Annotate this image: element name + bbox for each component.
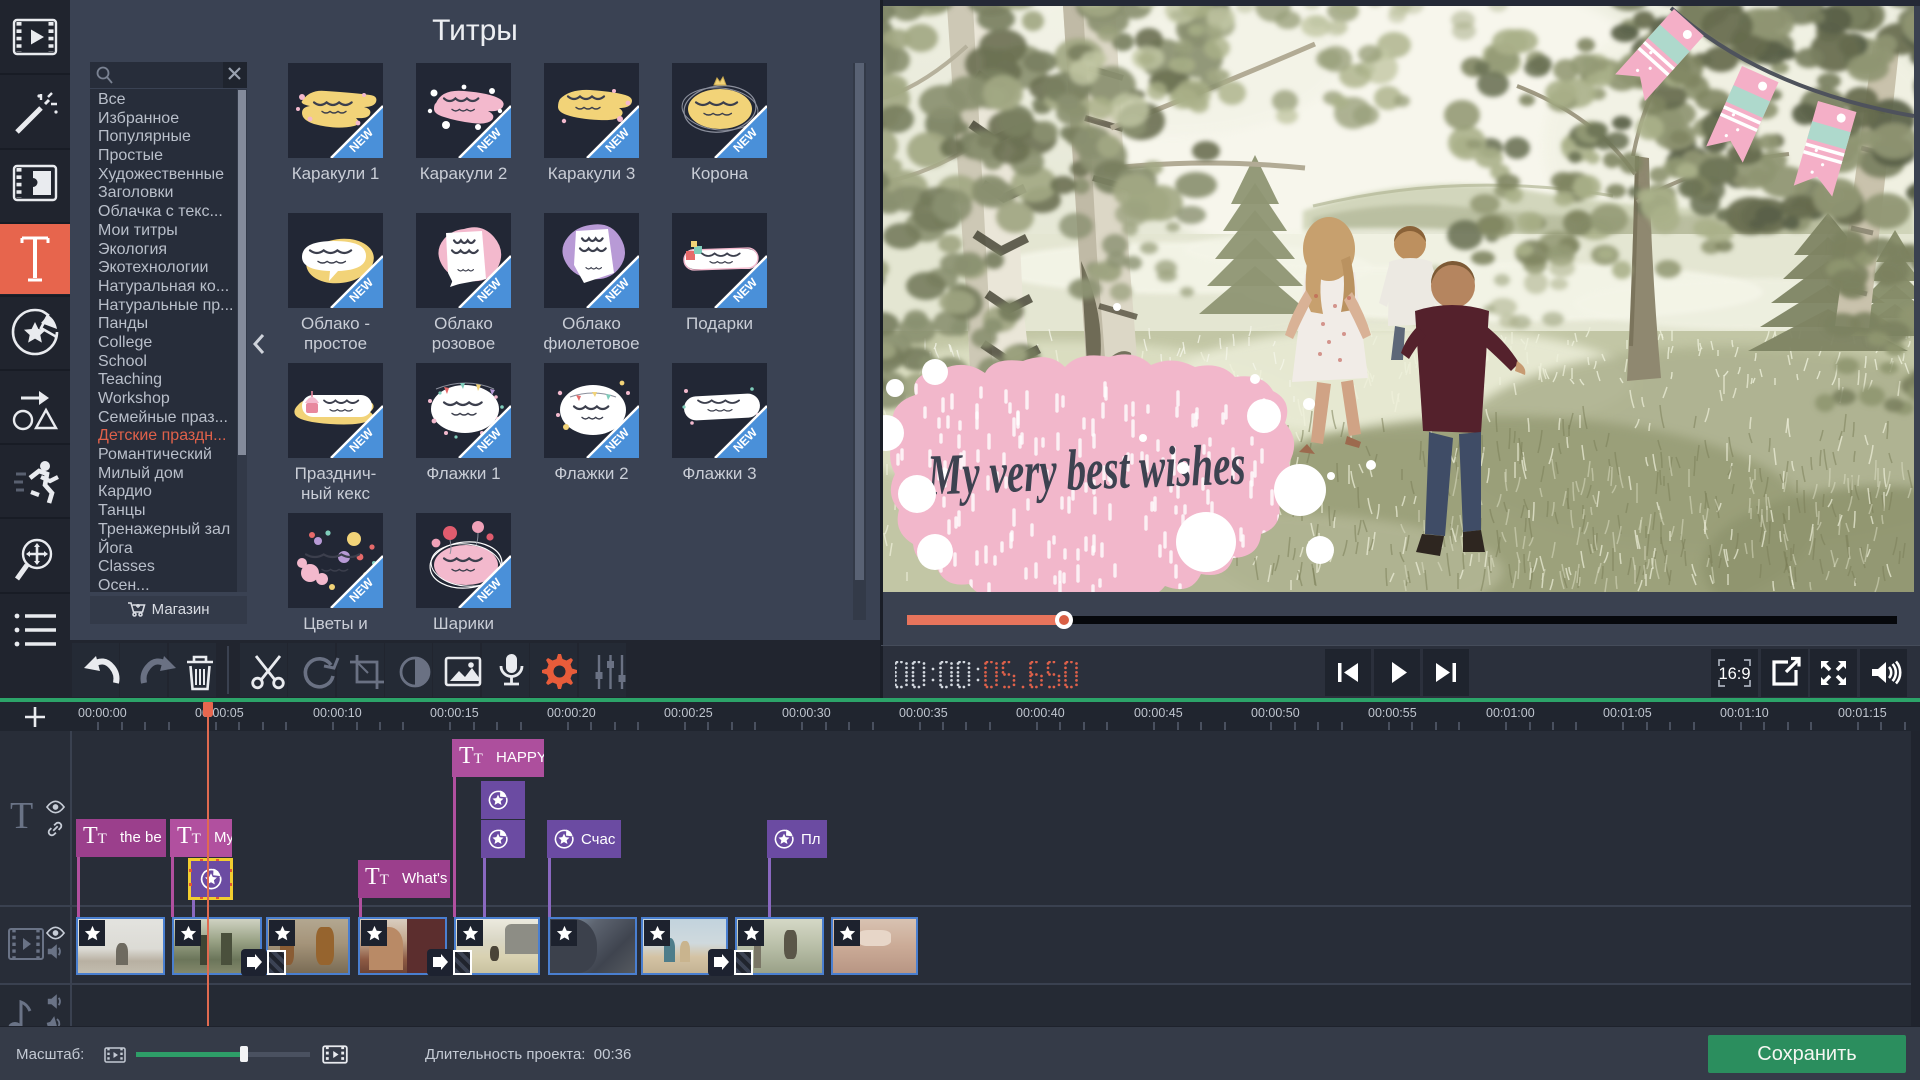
svg-text:16:9: 16:9 bbox=[1718, 665, 1750, 683]
svg-text:My very best wishes: My very best wishes bbox=[926, 431, 1247, 507]
